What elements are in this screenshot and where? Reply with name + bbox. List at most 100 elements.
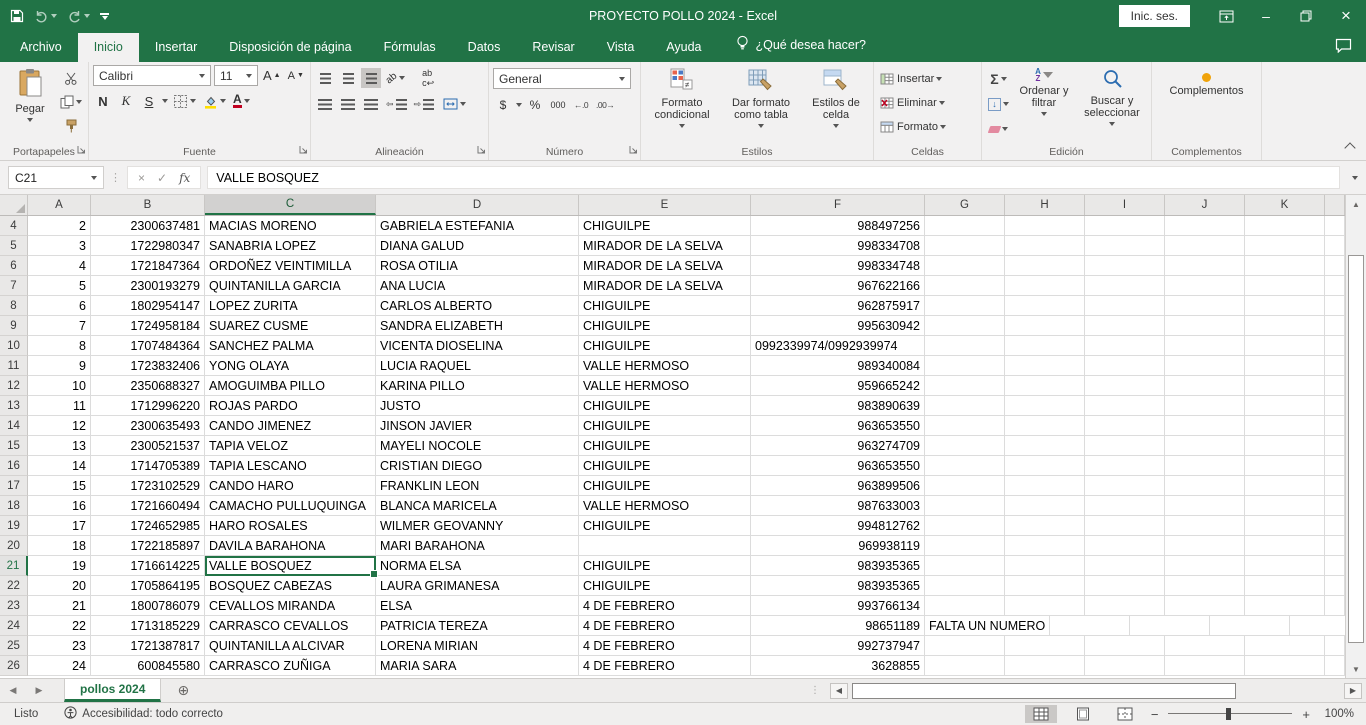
cell-J11[interactable] — [1165, 356, 1245, 376]
cell-C13[interactable]: ROJAS PARDO — [205, 396, 376, 416]
accessibility-status[interactable]: Accesibilidad: todo correcto — [64, 706, 223, 722]
fill-icon[interactable]: ↓ — [986, 94, 1011, 114]
cell-A20[interactable]: 18 — [28, 536, 91, 556]
fill-color-icon[interactable] — [201, 91, 228, 111]
font-size-select[interactable]: 11 — [214, 65, 258, 86]
cell-H11[interactable] — [1005, 356, 1085, 376]
cell-B19[interactable]: 1724652985 — [91, 516, 205, 536]
cell-I17[interactable] — [1085, 476, 1165, 496]
row-header-5[interactable]: 5 — [0, 236, 28, 256]
cell-J14[interactable] — [1165, 416, 1245, 436]
cell-K15[interactable] — [1245, 436, 1325, 456]
cell-K21[interactable] — [1245, 556, 1325, 576]
cell-J21[interactable] — [1165, 556, 1245, 576]
underline-dropdown-icon[interactable] — [162, 99, 168, 103]
format-as-table-button[interactable]: Dar formato como tabla — [721, 65, 801, 131]
cell-G18[interactable] — [925, 496, 1005, 516]
cell-E6[interactable]: MIRADOR DE LA SELVA — [579, 256, 751, 276]
row-header-20[interactable]: 20 — [0, 536, 28, 556]
new-sheet-icon[interactable]: ⊕ — [161, 679, 205, 702]
cell-C21[interactable]: VALLE BOSQUEZ — [205, 556, 376, 576]
row-header-21[interactable]: 21 — [0, 556, 28, 576]
cell-F14[interactable]: 963653550 — [751, 416, 925, 436]
cell-E5[interactable]: MIRADOR DE LA SELVA — [579, 236, 751, 256]
cell-F4[interactable]: 988497256 — [751, 216, 925, 236]
tab-ayuda[interactable]: Ayuda — [650, 33, 717, 62]
orientation-icon[interactable]: ab — [384, 68, 407, 88]
tab-vista[interactable]: Vista — [591, 33, 651, 62]
cell-D10[interactable]: VICENTA DIOSELINA — [376, 336, 579, 356]
cell-E13[interactable]: CHIGUILPE — [579, 396, 751, 416]
cell-styles-button[interactable]: Estilos de celda — [803, 65, 869, 131]
cell-I4[interactable] — [1085, 216, 1165, 236]
cell-B20[interactable]: 1722185897 — [91, 536, 205, 556]
cell-A22[interactable]: 20 — [28, 576, 91, 596]
cell-D22[interactable]: LAURA GRIMANESA — [376, 576, 579, 596]
scroll-left-icon[interactable]: ◀ — [830, 683, 848, 699]
cell-H24[interactable] — [1050, 616, 1130, 636]
cell-G17[interactable] — [925, 476, 1005, 496]
cell-E17[interactable]: CHIGUILPE — [579, 476, 751, 496]
cell-K19[interactable] — [1245, 516, 1325, 536]
scroll-up-icon[interactable]: ▲ — [1346, 195, 1366, 213]
page-layout-view-button[interactable] — [1067, 705, 1099, 723]
borders-icon[interactable] — [171, 91, 198, 111]
cell-E4[interactable]: CHIGUILPE — [579, 216, 751, 236]
cell-H6[interactable] — [1005, 256, 1085, 276]
insert-cells-button[interactable]: Insertar — [878, 69, 944, 89]
cell-A4[interactable]: 2 — [28, 216, 91, 236]
cell-D18[interactable]: BLANCA MARICELA — [376, 496, 579, 516]
cell-H25[interactable] — [1005, 636, 1085, 656]
cell-G9[interactable] — [925, 316, 1005, 336]
cell-D5[interactable]: DIANA GALUD — [376, 236, 579, 256]
cell-B12[interactable]: 2350688327 — [91, 376, 205, 396]
zoom-slider[interactable] — [1168, 708, 1292, 720]
cell-G22[interactable] — [925, 576, 1005, 596]
align-left-icon[interactable] — [315, 94, 335, 114]
row-header-16[interactable]: 16 — [0, 456, 28, 476]
name-box-resizer[interactable]: ⋮ — [110, 171, 121, 184]
cell-B26[interactable]: 600845580 — [91, 656, 205, 676]
cell-H17[interactable] — [1005, 476, 1085, 496]
underline-button[interactable]: S — [139, 91, 159, 111]
column-header-D[interactable]: D — [376, 195, 579, 215]
cell-D4[interactable]: GABRIELA ESTEFANIA — [376, 216, 579, 236]
cell-B16[interactable]: 1714705389 — [91, 456, 205, 476]
cell-H9[interactable] — [1005, 316, 1085, 336]
cell-D11[interactable]: LUCIA RAQUEL — [376, 356, 579, 376]
cell-I20[interactable] — [1085, 536, 1165, 556]
decrease-indent-icon[interactable]: ⇦ — [384, 94, 409, 114]
cell-G13[interactable] — [925, 396, 1005, 416]
row-header-7[interactable]: 7 — [0, 276, 28, 296]
cell-C18[interactable]: CAMACHO PULLUQUINGA — [205, 496, 376, 516]
cell-B7[interactable]: 2300193279 — [91, 276, 205, 296]
cell-A11[interactable]: 9 — [28, 356, 91, 376]
align-middle-icon[interactable] — [338, 68, 358, 88]
cell-C25[interactable]: QUINTANILLA ALCIVAR — [205, 636, 376, 656]
cell-A6[interactable]: 4 — [28, 256, 91, 276]
align-bottom-icon[interactable] — [361, 68, 381, 88]
cell-J20[interactable] — [1165, 536, 1245, 556]
align-top-icon[interactable] — [315, 68, 335, 88]
zoom-slider-thumb[interactable] — [1226, 708, 1231, 720]
cell-F25[interactable]: 992737947 — [751, 636, 925, 656]
tab-inicio[interactable]: Inicio — [78, 33, 139, 62]
cell-A7[interactable]: 5 — [28, 276, 91, 296]
cell-C15[interactable]: TAPIA VELOZ — [205, 436, 376, 456]
tab-bar-resizer[interactable]: ⋮ — [804, 679, 826, 702]
italic-button[interactable]: K — [116, 91, 136, 111]
cell-A9[interactable]: 7 — [28, 316, 91, 336]
cell-K22[interactable] — [1245, 576, 1325, 596]
cell-G15[interactable] — [925, 436, 1005, 456]
name-box[interactable]: C21 — [8, 166, 104, 189]
restore-button[interactable] — [1286, 0, 1326, 32]
horizontal-scroll-thumb[interactable] — [852, 683, 1236, 699]
vertical-scrollbar[interactable]: ▲ ▼ — [1345, 195, 1366, 678]
cell-J9[interactable] — [1165, 316, 1245, 336]
cell-I8[interactable] — [1085, 296, 1165, 316]
paste-button[interactable]: Pegar — [4, 65, 56, 125]
cell-F17[interactable]: 963899506 — [751, 476, 925, 496]
cell-F19[interactable]: 994812762 — [751, 516, 925, 536]
zoom-in-button[interactable]: + — [1302, 707, 1310, 722]
cell-D26[interactable]: MARIA SARA — [376, 656, 579, 676]
